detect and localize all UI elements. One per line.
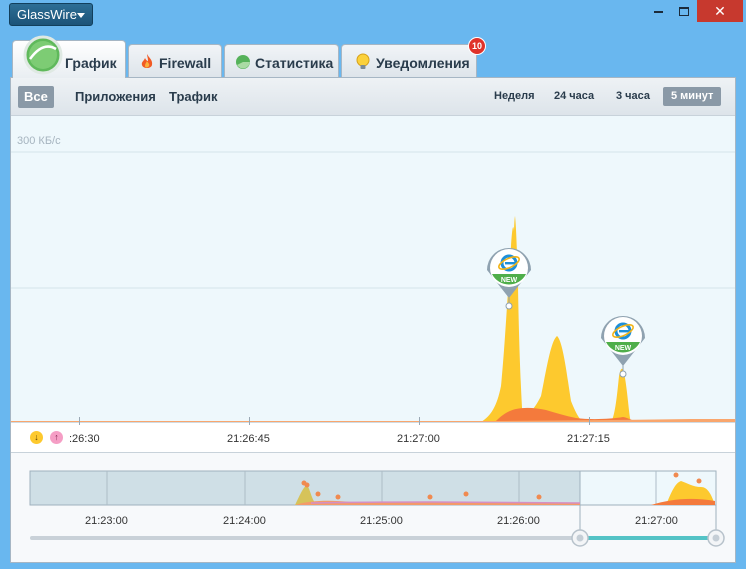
tab-statistics-label: Статистика: [255, 55, 334, 71]
slider-track[interactable]: [30, 536, 580, 540]
tab-graph[interactable]: График: [12, 35, 126, 78]
app-menu-label: GlassWire: [17, 7, 77, 22]
tab-statistics[interactable]: Статистика: [224, 44, 339, 78]
slider-handle-grip: [576, 534, 584, 542]
scale-label: 300 КБ/с: [17, 135, 61, 147]
app-menu-button[interactable]: GlassWire: [9, 3, 93, 26]
marker-new-label: NEW: [501, 277, 518, 284]
overview-event-dot[interactable]: [536, 494, 542, 500]
bulb-icon: [356, 53, 370, 69]
marker-dot: [619, 370, 627, 378]
axis-tick: [249, 417, 250, 425]
axis-label: :26:30: [69, 433, 100, 445]
tab-notifications[interactable]: Уведомления: [341, 44, 477, 78]
overview-event-dot[interactable]: [463, 491, 469, 497]
overview-axis-label: 21:26:00: [497, 515, 540, 527]
chevron-down-icon: [77, 13, 85, 18]
tab-notifications-label: Уведомления: [376, 55, 470, 71]
overview-axis-label: 21:25:00: [360, 515, 403, 527]
traffic-graph-canvas: NEW NEW: [11, 151, 735, 422]
download-indicator-icon[interactable]: ↓: [30, 431, 43, 444]
axis-label: 21:27:15: [567, 433, 610, 445]
tab-firewall-label: Firewall: [159, 55, 212, 71]
marker-new-label: NEW: [615, 345, 632, 352]
range-3h[interactable]: 3 часа: [608, 87, 658, 106]
upload-indicator-icon[interactable]: ↑: [50, 431, 63, 444]
overview-axis-label: 21:24:00: [223, 515, 266, 527]
new-app-marker[interactable]: NEW: [487, 248, 531, 310]
minimize-icon: [653, 10, 663, 13]
filter-apps[interactable]: Приложения: [69, 86, 162, 108]
overview-event-dot[interactable]: [335, 494, 341, 500]
overview-axis-label: 21:23:00: [85, 515, 128, 527]
slider-selected-range[interactable]: [580, 536, 716, 540]
overview-axis-label: 21:27:00: [635, 515, 678, 527]
graph-panel: Все Приложения Трафик Неделя 24 часа 3 ч…: [10, 77, 736, 563]
filter-traffic[interactable]: Трафик: [163, 86, 224, 108]
new-app-marker[interactable]: NEW: [601, 316, 645, 378]
range-24h[interactable]: 24 часа: [546, 87, 602, 106]
minimize-button[interactable]: [645, 0, 671, 22]
overview-event-dot[interactable]: [315, 491, 321, 497]
marker-dot: [505, 302, 513, 310]
time-axis: ↓ ↑ :26:30 21:26:45 21:27:00 21:27:15: [11, 417, 735, 452]
pie-chart-icon: [236, 55, 250, 69]
glasswire-logo-icon: [23, 35, 63, 75]
overview-event-dot[interactable]: [427, 494, 433, 500]
close-button[interactable]: ✕: [697, 0, 743, 22]
overview-canvas: [29, 470, 725, 547]
axis-tick: [589, 417, 590, 425]
axis-label: 21:27:00: [397, 433, 440, 445]
close-icon: ✕: [714, 3, 726, 19]
filter-bar: Все Приложения Трафик Неделя 24 часа 3 ч…: [11, 78, 735, 116]
slider-handle-grip: [712, 534, 720, 542]
overview-event-dot[interactable]: [304, 482, 310, 488]
axis-tick: [79, 417, 80, 425]
traffic-graph[interactable]: NEW NEW 300 КБ/с: [11, 116, 735, 422]
overview-timeline[interactable]: 21:23:00 21:24:00 21:25:00 21:26:00 21:2…: [11, 452, 735, 562]
axis-tick: [419, 417, 420, 425]
range-week[interactable]: Неделя: [486, 87, 543, 106]
overview-event-dot[interactable]: [673, 472, 679, 478]
title-bar: GlassWire ✕: [0, 0, 746, 30]
notification-count-badge: 10: [468, 37, 486, 55]
tab-firewall[interactable]: Firewall: [128, 44, 222, 78]
range-5min[interactable]: 5 минут: [663, 87, 722, 106]
tab-graph-label: График: [65, 55, 117, 71]
maximize-icon: [679, 7, 689, 17]
overview-event-dot[interactable]: [696, 478, 702, 484]
filter-all[interactable]: Все: [18, 86, 54, 108]
axis-label: 21:26:45: [227, 433, 270, 445]
flame-icon: [141, 54, 153, 68]
maximize-button[interactable]: [671, 0, 697, 22]
